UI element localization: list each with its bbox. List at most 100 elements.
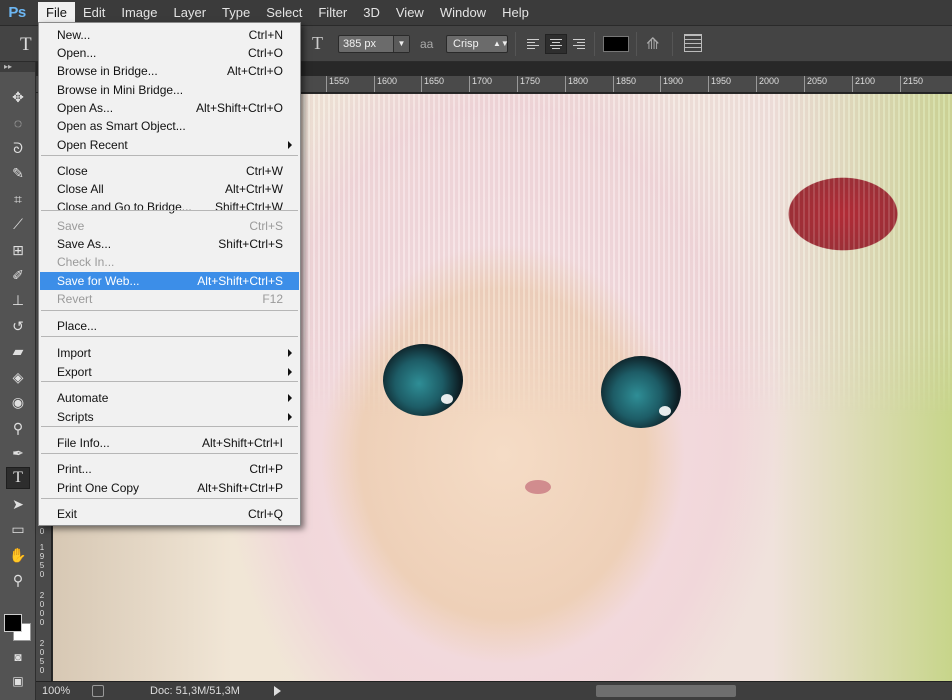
menu-item-shortcut: Ctrl+W <box>246 164 283 178</box>
document-icon[interactable] <box>92 685 104 697</box>
stamp-icon[interactable]: ⊥ <box>6 289 30 311</box>
eraser-icon[interactable]: ▰ <box>6 340 30 362</box>
file-menu-item-browse-in-bridge[interactable]: Browse in Bridge... Alt+Ctrl+O <box>40 62 299 80</box>
eyedropper-icon[interactable]: ⟋ <box>6 213 30 235</box>
menu-edit[interactable]: Edit <box>75 2 113 24</box>
file-menu-item-new[interactable]: New... Ctrl+N <box>40 26 299 44</box>
zoom-icon[interactable]: ⚲ <box>6 569 30 591</box>
brush-icon[interactable]: ✐ <box>6 264 30 286</box>
marquee-icon[interactable]: ◌ <box>6 112 30 134</box>
type-tool-preset-icon[interactable]: T <box>20 34 32 56</box>
menu-item-label: Exit <box>57 507 78 521</box>
menu-filter[interactable]: Filter <box>310 2 355 24</box>
file-menu-item-place[interactable]: Place... <box>40 317 299 335</box>
menu-item-label: Open As... <box>57 101 114 115</box>
menu-image[interactable]: Image <box>113 2 165 24</box>
menu-layer[interactable]: Layer <box>166 2 215 24</box>
file-menu-item-revert: Revert F12 <box>40 290 299 308</box>
font-size-field[interactable]: 385 px ▼ <box>338 35 410 53</box>
dodge-icon[interactable]: ⚲ <box>6 417 30 439</box>
toolbox-collapse-icon[interactable]: ▸▸ <box>0 62 35 72</box>
path-select-icon[interactable]: ➤ <box>6 493 30 515</box>
zoom-level[interactable]: 100% <box>42 685 70 697</box>
antialias-value: Crisp <box>453 38 479 50</box>
menu-type[interactable]: Type <box>214 2 258 24</box>
menu-view[interactable]: View <box>388 2 432 24</box>
menu-divider <box>41 310 298 311</box>
menu-divider <box>41 336 298 337</box>
status-menu-arrow-icon[interactable] <box>274 686 281 696</box>
ruler-tick: 0 <box>39 527 45 536</box>
file-menu-item-print-one-copy[interactable]: Print One Copy Alt+Shift+Ctrl+P <box>40 479 299 497</box>
menu-select[interactable]: Select <box>258 2 310 24</box>
history-brush-icon[interactable]: ↺ <box>6 315 30 337</box>
photoshop-logo: Ps <box>8 4 26 21</box>
file-menu-item-browse-in-mini-bridge[interactable]: Browse in Mini Bridge... <box>40 81 299 99</box>
file-menu-item-save-as[interactable]: Save As... Shift+Ctrl+S <box>40 235 299 253</box>
menu-item-label: Open Recent <box>57 138 128 152</box>
quick-select-icon[interactable]: ✎ <box>6 162 30 184</box>
type-icon[interactable]: T <box>6 467 30 489</box>
file-menu-item-open-as-smart-object[interactable]: Open as Smart Object... <box>40 117 299 135</box>
divider <box>672 32 673 56</box>
file-menu-item-import[interactable]: Import <box>40 344 299 362</box>
lasso-icon[interactable]: ᘐ <box>6 137 30 159</box>
file-menu-item-close-and-go-to-bridge[interactable]: Close and Go to Bridge... Shift+Ctrl+W <box>40 198 299 216</box>
file-menu-item-open[interactable]: Open... Ctrl+O <box>40 44 299 62</box>
ruler-tick: 2000 <box>756 76 779 92</box>
shape-icon[interactable]: ▭ <box>6 518 30 540</box>
blur-icon[interactable]: ◉ <box>6 391 30 413</box>
horizontal-scrollbar[interactable] <box>596 685 736 697</box>
warp-text-icon[interactable]: ⟰ <box>646 34 659 54</box>
crop-icon[interactable]: ⌗ <box>6 188 30 210</box>
text-color-swatch[interactable] <box>603 36 629 52</box>
spot-heal-icon[interactable]: ⊞ <box>6 239 30 261</box>
file-menu-item-open-as[interactable]: Open As... Alt+Shift+Ctrl+O <box>40 99 299 117</box>
file-menu-item-exit[interactable]: Exit Ctrl+Q <box>40 505 299 523</box>
submenu-arrow-icon <box>288 349 292 357</box>
submenu-arrow-icon <box>288 368 292 376</box>
file-menu-item-save: Save Ctrl+S <box>40 217 299 235</box>
file-menu-item-export[interactable]: Export <box>40 363 299 381</box>
divider <box>515 32 516 56</box>
menu-item-label: Revert <box>57 292 93 306</box>
file-menu-item-automate[interactable]: Automate <box>40 389 299 407</box>
align-right-button[interactable] <box>568 34 590 54</box>
character-panel-icon[interactable] <box>684 34 702 52</box>
submenu-arrow-icon <box>288 141 292 149</box>
menu-file[interactable]: File <box>38 1 75 24</box>
menu-item-label: Check In... <box>57 255 115 269</box>
chevron-down-icon[interactable]: ▼ <box>393 36 409 52</box>
ruler-tick: 1900 <box>660 76 683 92</box>
align-left-button[interactable] <box>522 34 544 54</box>
menu-window[interactable]: Window <box>432 2 494 24</box>
menu-divider <box>41 381 298 382</box>
file-menu-item-open-recent[interactable]: Open Recent <box>40 136 299 154</box>
align-center-button[interactable] <box>545 34 567 54</box>
menu-help[interactable]: Help <box>494 2 537 24</box>
file-menu-item-close[interactable]: Close Ctrl+W <box>40 162 299 180</box>
file-menu-item-close-all[interactable]: Close All Alt+Ctrl+W <box>40 180 299 198</box>
ruler-tick: 1950 <box>708 76 731 92</box>
quick-mask-icon[interactable]: ◙ <box>6 646 30 668</box>
submenu-arrow-icon <box>288 413 292 421</box>
file-menu-item-scripts[interactable]: Scripts <box>40 408 299 426</box>
menu-item-shortcut: Alt+Shift+Ctrl+S <box>197 274 283 288</box>
file-menu-item-print[interactable]: Print... Ctrl+P <box>40 460 299 478</box>
move-icon[interactable]: ✥ <box>6 86 30 108</box>
text-orientation-icon[interactable]: T <box>312 33 323 54</box>
menu-item-label: Close <box>57 164 88 178</box>
menu-3d[interactable]: 3D <box>355 2 388 24</box>
hand-icon[interactable]: ✋ <box>6 544 30 566</box>
antialias-icon: aa <box>420 37 434 51</box>
pen-icon[interactable]: ✒ <box>6 442 30 464</box>
file-menu-item-file-info[interactable]: File Info... Alt+Shift+Ctrl+I <box>40 434 299 452</box>
ruler-tick: 2100 <box>852 76 875 92</box>
antialias-select[interactable]: Crisp ▲▼ <box>446 35 509 53</box>
gradient-icon[interactable]: ◈ <box>6 366 30 388</box>
menu-item-shortcut: Alt+Shift+Ctrl+O <box>195 101 283 115</box>
screen-mode-icon[interactable]: ▣ <box>6 670 30 692</box>
foreground-color-swatch[interactable] <box>4 614 22 632</box>
menu-item-shortcut: Shift+Ctrl+W <box>214 200 283 214</box>
file-menu-item-save-for-web[interactable]: Save for Web... Alt+Shift+Ctrl+S <box>40 272 299 290</box>
